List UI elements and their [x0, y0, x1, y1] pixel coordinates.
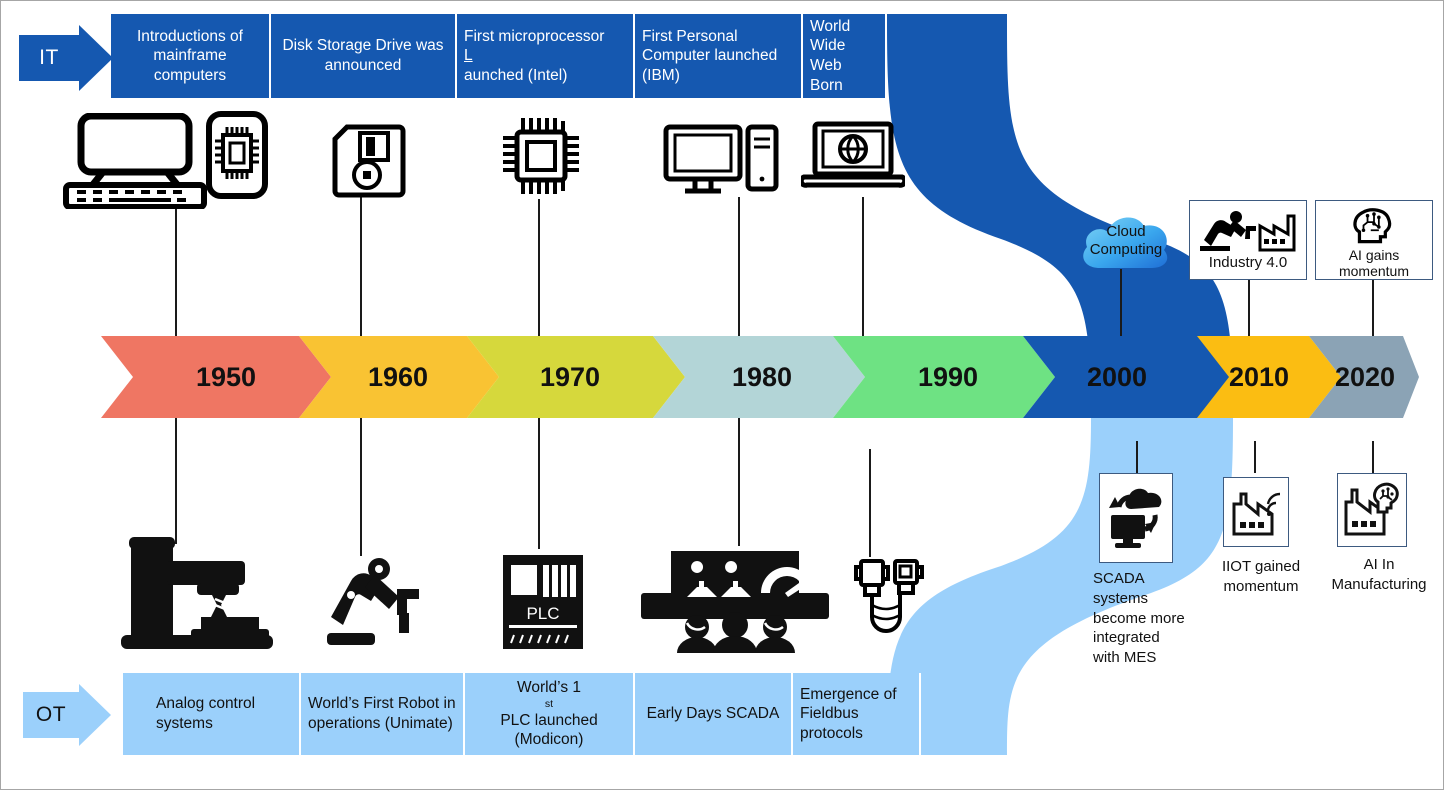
- connector-it-2: [538, 199, 540, 346]
- connector-ot-1: [360, 416, 362, 556]
- decade-1950-label: 1950: [195, 361, 257, 392]
- decade-1980-label: 1980: [731, 361, 793, 392]
- it-event-0-label: Introductions of mainframe computers: [137, 27, 243, 84]
- robot-arm-factory-icon: [1200, 211, 1296, 252]
- it-arrow-head: [79, 25, 113, 91]
- decade-2010[interactable]: 2010: [1197, 336, 1321, 418]
- scada-mes-label: SCADA systems become more integrated wit…: [1093, 570, 1185, 667]
- connector-it-4: [862, 197, 864, 347]
- decade-1950[interactable]: 1950: [141, 336, 311, 418]
- ot-track-label: OT: [35, 703, 67, 726]
- smart-factory-wifi-icon: [1232, 492, 1281, 536]
- industry-40-label: Industry 4.0: [1208, 254, 1288, 271]
- it-event-4-label: World Wide Web Born: [810, 17, 851, 94]
- it-event-2-post: aunched (Intel): [464, 66, 568, 84]
- processor-chip-icon: [503, 118, 579, 194]
- decade-1960-label: 1960: [367, 361, 429, 392]
- scada-control-room-icon: [641, 551, 829, 653]
- cloud-computing-label: Cloud Computing: [1089, 223, 1163, 258]
- ot-event-2: World’s 1st PLC launched (Modicon): [465, 673, 635, 755]
- connector-it-1: [360, 197, 362, 347]
- ot-event-3-label: Early Days SCADA: [646, 705, 780, 723]
- decade-2010-label: 2010: [1228, 361, 1290, 392]
- connector-it-0: [175, 206, 177, 346]
- laptop-web-globe-icon: [801, 121, 905, 188]
- it-event-2-pre: First microprocessor: [464, 27, 605, 45]
- ot-event-1: World’s First Robot in operations (Unima…: [301, 673, 465, 755]
- connector-scada-mes: [1136, 441, 1138, 473]
- decade-2020[interactable]: 2020: [1313, 336, 1417, 418]
- it-event-1-label: Disk Storage Drive was announced: [282, 37, 444, 74]
- decade-2020-label: 2020: [1334, 361, 1396, 392]
- ot-event-3: Early Days SCADA: [635, 673, 793, 755]
- ot-event-0: Analog control systems: [123, 673, 301, 755]
- it-event-4: World Wide Web Born: [803, 14, 887, 98]
- ot-event-1-label: World’s First Robot in operations (Unima…: [308, 695, 456, 732]
- ai-in-manufacturing-label: AI In Manufacturing: [1331, 556, 1427, 593]
- ot-arrow-head: [79, 684, 111, 746]
- ot-track-label-box: OT: [23, 692, 79, 738]
- iiot-momentum-callout[interactable]: [1223, 477, 1289, 547]
- decade-1970-label: 1970: [539, 361, 601, 392]
- microchip-icon: [206, 111, 268, 199]
- robot-arm-icon: [327, 558, 419, 645]
- decade-1970[interactable]: 1970: [485, 336, 655, 418]
- industry-40-callout[interactable]: Industry 4.0: [1189, 200, 1307, 280]
- ai-gains-momentum-label: AI gains momentum: [1338, 246, 1410, 279]
- it-event-0: Introductions of mainframe computers: [111, 14, 271, 98]
- connector-it-3: [738, 197, 740, 347]
- it-track-label-box: IT: [19, 35, 79, 81]
- decade-1990-label: 1990: [917, 361, 979, 392]
- iiot-momentum-label: IIOT gained momentum: [1221, 558, 1301, 595]
- ai-in-manufacturing-callout[interactable]: [1337, 473, 1407, 547]
- ot-event-4-label: Emergence of Fieldbus protocols: [800, 685, 897, 742]
- ai-gains-momentum-callout[interactable]: AI gains momentum: [1315, 200, 1433, 280]
- cnc-milling-machine-icon: [121, 537, 273, 649]
- ot-track-arrow: OT: [23, 684, 111, 746]
- plc-module-icon: PLC: [503, 555, 583, 649]
- desktop-computer-icon: [663, 124, 779, 194]
- connector-iiot: [1254, 441, 1256, 473]
- ot-event-2-pre: World’s 1: [516, 679, 582, 697]
- floppy-disk-icon: [332, 124, 406, 198]
- it-track-label: IT: [39, 46, 59, 69]
- connector-ot-2: [538, 416, 540, 549]
- it-event-2-label: First microprocessor Launched (Intel): [464, 27, 626, 86]
- decade-1960[interactable]: 1960: [319, 336, 477, 418]
- ot-event-4: Emergence of Fieldbus protocols: [793, 673, 921, 755]
- ai-brain-head-icon: [1353, 208, 1392, 244]
- cloud-computing-label-wrap: Cloud Computing: [1080, 223, 1172, 259]
- decade-2000-label: 2000: [1086, 361, 1148, 392]
- connector-ai-manufacturing: [1372, 441, 1374, 473]
- plc-module-label: PLC: [526, 604, 559, 623]
- it-event-1: Disk Storage Drive was announced: [271, 14, 457, 98]
- it-event-2: First microprocessor Launched (Intel): [457, 14, 635, 98]
- ot-event-2-label: World’s 1st PLC launched (Modicon): [472, 678, 626, 750]
- scada-cloud-sync-icon: [1109, 488, 1162, 548]
- it-event-3-label: First Personal Computer launched (IBM): [642, 27, 778, 84]
- timeline-diagram: IT Introductions of mainframe computers …: [0, 0, 1444, 790]
- connector-ot-4: [869, 449, 871, 557]
- decade-1990[interactable]: 1990: [859, 336, 1037, 418]
- ot-event-2-post: PLC launched (Modicon): [500, 711, 598, 749]
- it-track-arrow: IT: [19, 25, 113, 91]
- factory-ai-head-icon: [1344, 482, 1399, 536]
- mainframe-computer-icon: [63, 113, 207, 209]
- ot-event-0-label: Analog control systems: [156, 695, 256, 732]
- fieldbus-cable-connector-icon: [854, 559, 924, 633]
- scada-mes-callout[interactable]: [1099, 473, 1173, 563]
- decade-1980[interactable]: 1980: [677, 336, 847, 418]
- it-event-2-underline: L: [464, 47, 473, 65]
- connector-ot-3: [738, 416, 740, 546]
- decade-2000[interactable]: 2000: [1043, 336, 1191, 418]
- connector-ot-0: [175, 416, 177, 544]
- ot-event-2-sup: st: [544, 697, 554, 710]
- it-event-3: First Personal Computer launched (IBM): [635, 14, 803, 98]
